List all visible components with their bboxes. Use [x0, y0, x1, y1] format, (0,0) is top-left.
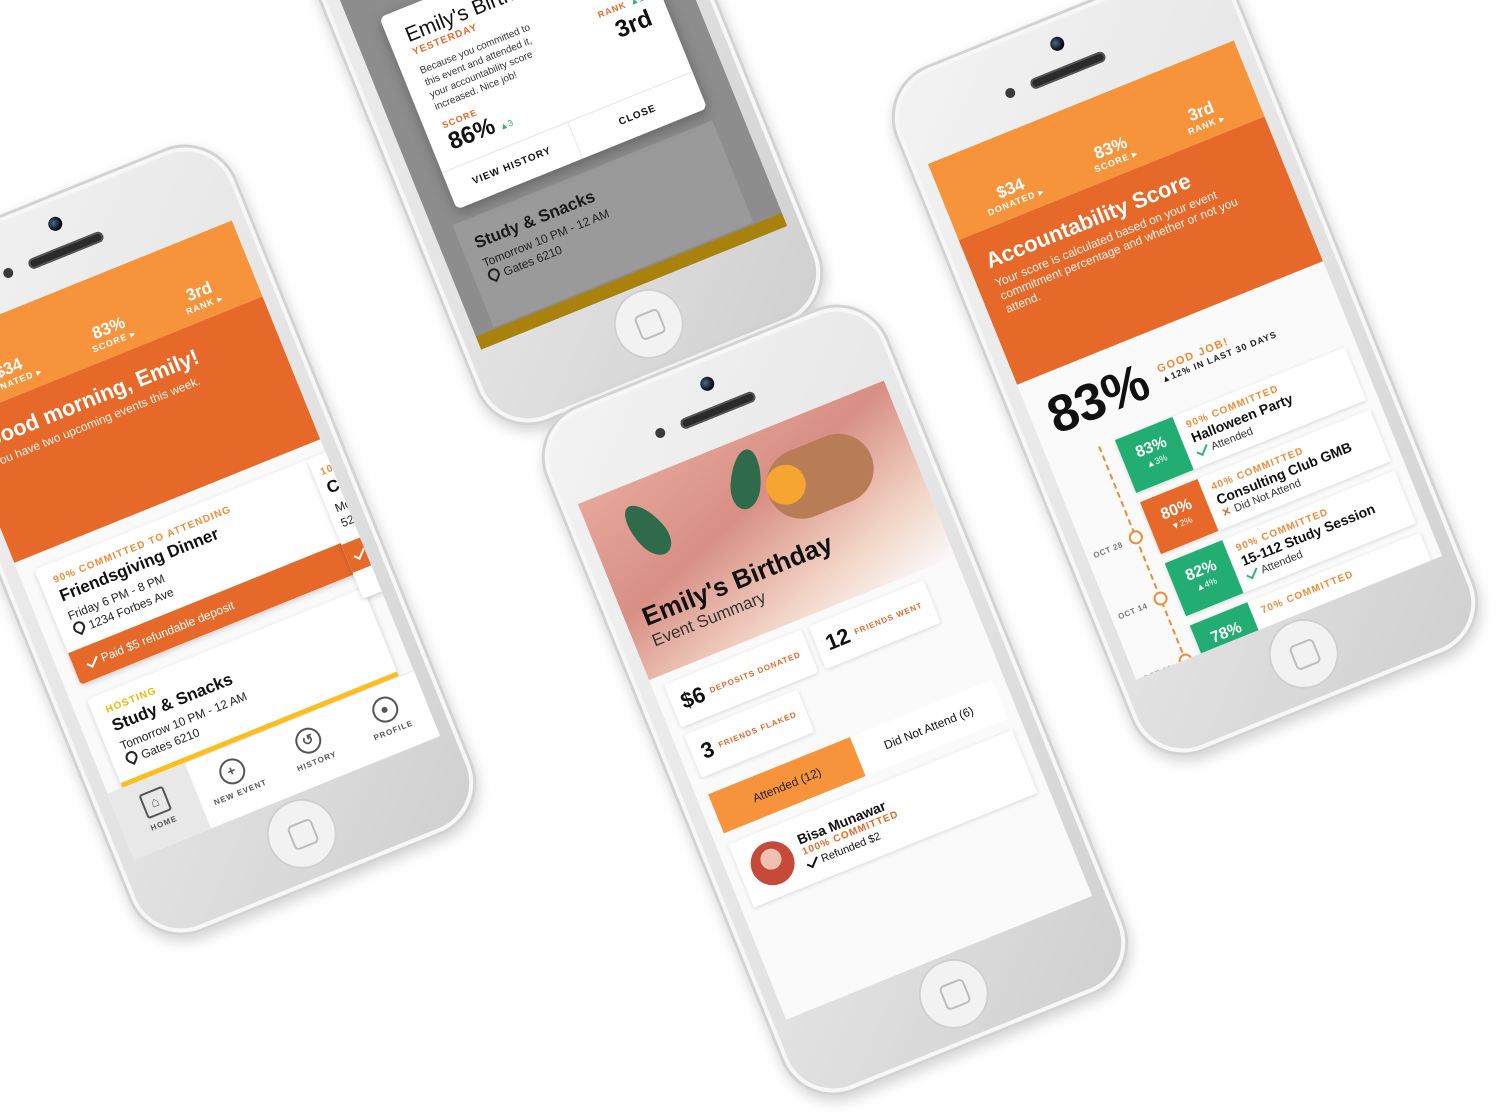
- check-icon: [86, 653, 98, 668]
- peek-title: Co: [323, 471, 352, 498]
- tile-number: 12: [821, 622, 854, 656]
- check-icon: [1246, 565, 1258, 580]
- row-date: OCT 28: [1092, 540, 1125, 561]
- check-icon: [806, 853, 818, 868]
- popup-screen: Study & Snacks Tomorrow 10 PM - 12 AM Ga…: [272, 0, 788, 350]
- leaf-shape: [616, 497, 679, 563]
- rank-stat[interactable]: 3rd RANK ▸: [178, 276, 225, 318]
- leaf-shape: [729, 448, 763, 511]
- cross-icon: ✕: [1220, 505, 1234, 520]
- tile-number: 3: [697, 735, 718, 764]
- peek-line: 52: [338, 511, 357, 530]
- tile-number: $6: [676, 681, 710, 714]
- check-icon: [1196, 442, 1208, 456]
- row-date: OCT 12: [1141, 663, 1175, 680]
- avatar: [743, 834, 802, 892]
- accountability-screen: $34 DONATED ▸ 83% SCORE ▸ 3rd RANK ▸ Acc…: [927, 40, 1443, 680]
- tile-label: DEPOSITS DONATED: [708, 649, 803, 695]
- speaker: [26, 230, 106, 271]
- camera: [1048, 34, 1067, 53]
- plus-icon: +: [215, 754, 249, 789]
- pin-icon: [123, 749, 140, 765]
- rank-stat[interactable]: 3rd RANK ▸: [1180, 96, 1227, 138]
- check-icon: [353, 546, 365, 560]
- sensor: [1, 266, 15, 280]
- timeline-dot: [1176, 651, 1195, 670]
- peek-line: Mon: [332, 493, 360, 516]
- timeline-dot: [1126, 528, 1145, 547]
- tile-label: FRIENDS WENT: [852, 600, 924, 637]
- speaker: [678, 390, 758, 431]
- score-delta: ▲3: [497, 117, 515, 133]
- camera: [698, 374, 717, 393]
- peek-kicker: 100: [318, 460, 342, 479]
- pin-icon: [486, 266, 502, 283]
- profile-icon: ●: [368, 692, 402, 727]
- pin-icon: [71, 619, 87, 636]
- history-icon: ↺: [291, 723, 326, 758]
- camera: [46, 214, 65, 233]
- timeline-dot: [1151, 589, 1170, 608]
- sensor: [1003, 86, 1017, 100]
- row-score: 78%: [1208, 619, 1245, 647]
- home-icon: ⌂: [138, 785, 173, 820]
- sensor: [653, 426, 667, 440]
- tile-label: FRIENDS FLAKED: [717, 709, 799, 750]
- home-screen: $34 DONATED ▸ 83% SCORE ▸ 3rd RANK ▸ Goo…: [0, 220, 441, 860]
- summary-screen: Emily's Birthday Event Summary $6 DEPOSI…: [577, 380, 1093, 1020]
- row-date: OCT 14: [1116, 601, 1149, 622]
- speaker: [1028, 50, 1108, 91]
